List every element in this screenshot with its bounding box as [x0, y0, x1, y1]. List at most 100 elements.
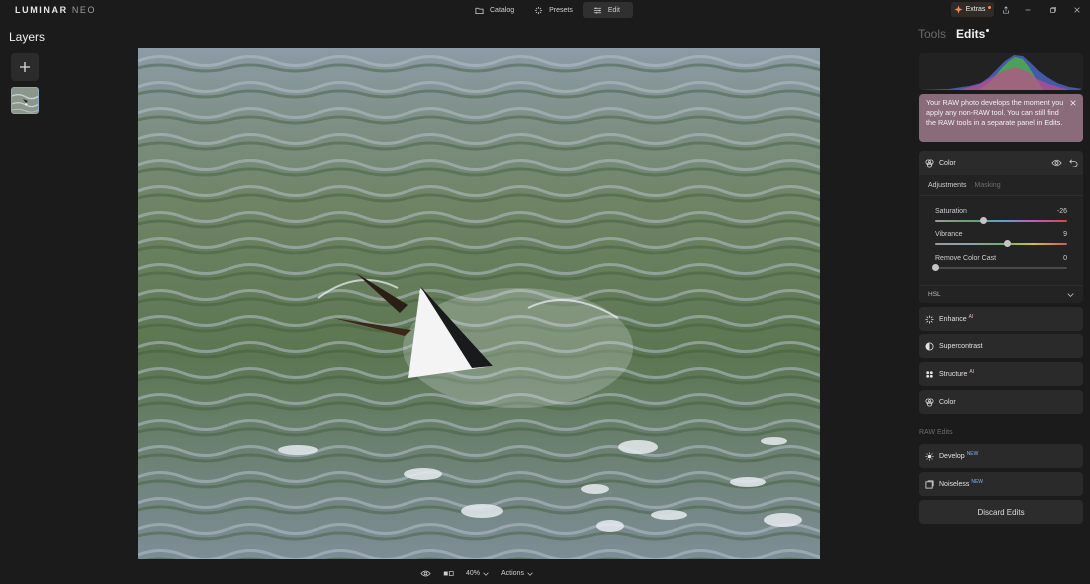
ai-badge: AI: [969, 368, 975, 375]
zoom-value: 40%: [466, 570, 481, 577]
subtab-masking[interactable]: Masking: [975, 182, 1001, 189]
actions-label: Actions: [501, 570, 524, 577]
raw-info-tooltip: Your RAW photo develops the moment you a…: [919, 94, 1083, 142]
extras-button[interactable]: Extras: [951, 2, 994, 17]
discard-edits-button[interactable]: Discard Edits: [919, 500, 1083, 524]
tab-presets[interactable]: Presets: [524, 2, 583, 18]
logo-text: LUMINAR: [15, 5, 68, 15]
color-tool-panel: Color Adjustments Masking Saturation -26…: [919, 151, 1083, 303]
saturation-value: -26: [1056, 208, 1067, 215]
tool-supercontrast-label: Supercontrast: [939, 342, 983, 350]
histogram: [919, 53, 1083, 90]
minimize-icon: [1025, 9, 1031, 11]
new-badge: NEW: [971, 478, 984, 485]
saturation-slider[interactable]: Saturation -26: [935, 208, 1067, 228]
chevron-down-icon: [527, 572, 533, 576]
extras-label: Extras: [965, 6, 986, 13]
main-nav: Catalog Presets Edit: [465, 2, 633, 18]
right-panel-tabs: Tools Edits: [918, 27, 990, 41]
sliders-icon: [593, 6, 601, 14]
remove-color-cast-label: Remove Color Cast: [935, 255, 997, 262]
noiseless-icon: [925, 479, 934, 489]
color-icon: [925, 397, 934, 407]
saturation-track[interactable]: [935, 220, 1067, 222]
vibrance-value: 9: [1063, 231, 1067, 238]
ai-badge: AI: [968, 313, 974, 320]
zoom-dropdown[interactable]: 40%: [466, 570, 489, 577]
tool-color-label: Color: [939, 398, 956, 406]
vibrance-label: Vibrance: [935, 231, 963, 238]
subtabs-divider: [919, 195, 1083, 196]
preview-toggle[interactable]: [420, 569, 431, 578]
tab-edits-label: Edits: [956, 27, 986, 41]
bottom-toolbar: 40% Actions: [420, 566, 533, 581]
folder-icon: [475, 7, 484, 14]
compare-toggle[interactable]: [443, 569, 454, 578]
tool-develop-label: Develop: [939, 452, 965, 460]
tab-presets-label: Presets: [549, 6, 573, 14]
saturation-label: Saturation: [935, 208, 967, 215]
share-icon: [1003, 6, 1009, 14]
tool-color[interactable]: Color: [919, 390, 1083, 414]
plus-icon: [20, 62, 30, 72]
enhance-icon: [925, 314, 934, 324]
remove-color-cast-slider[interactable]: Remove Color Cast 0: [931, 255, 1067, 275]
tool-supercontrast[interactable]: Supercontrast: [919, 334, 1083, 358]
share-button[interactable]: [1000, 4, 1012, 16]
layer-thumb-image: [12, 88, 38, 113]
add-layer-button[interactable]: [11, 53, 39, 81]
remove-color-cast-knob[interactable]: [931, 264, 939, 271]
hsl-section[interactable]: HSL: [919, 285, 1083, 303]
tab-tools[interactable]: Tools: [918, 27, 946, 41]
vibrance-slider[interactable]: Vibrance 9: [935, 231, 1067, 251]
new-badge: NEW: [966, 450, 979, 457]
tab-edit-label: Edit: [607, 6, 620, 14]
chevron-down-icon: [1067, 293, 1074, 297]
layer-thumbnail[interactable]: [11, 87, 39, 114]
tool-noiseless[interactable]: Noiseless NEW: [919, 472, 1083, 496]
extras-icon: [954, 5, 963, 14]
restore-icon: [1050, 7, 1056, 13]
color-tool-title: Color: [939, 159, 956, 167]
close-icon: [1074, 7, 1080, 13]
sparkle-icon: [535, 6, 543, 14]
remove-color-cast-track[interactable]: [935, 267, 1067, 269]
photo-image: [138, 48, 820, 559]
close-window-button[interactable]: [1071, 4, 1083, 16]
subtab-adjustments[interactable]: Adjustments: [928, 182, 967, 189]
eye-icon[interactable]: [1051, 158, 1062, 168]
histogram-graph: [919, 55, 1083, 90]
close-icon[interactable]: [1069, 99, 1077, 107]
tab-catalog[interactable]: Catalog: [465, 2, 524, 18]
tool-structure-label: Structure: [939, 370, 968, 378]
tool-structure[interactable]: Structure AI: [919, 362, 1083, 386]
actions-dropdown[interactable]: Actions: [501, 570, 533, 577]
tab-edit[interactable]: Edit: [582, 2, 633, 18]
minimize-button[interactable]: [1022, 4, 1034, 16]
structure-icon: [926, 370, 933, 378]
extras-dot: [988, 5, 992, 9]
logo-sub: NEO: [71, 5, 97, 15]
layers-title: Layers: [9, 30, 46, 44]
undo-icon[interactable]: [1069, 158, 1078, 167]
sun-icon: [925, 451, 934, 461]
raw-edits-title: RAW Edits: [919, 429, 953, 436]
vibrance-track[interactable]: [935, 243, 1067, 245]
remove-color-cast-value: 0: [1063, 255, 1067, 262]
tab-edits[interactable]: Edits: [956, 27, 990, 41]
eye-icon: [420, 570, 431, 577]
color-tool-header[interactable]: Color: [919, 151, 1083, 175]
tab-catalog-label: Catalog: [490, 6, 515, 14]
chevron-down-icon: [483, 572, 489, 576]
tool-noiseless-label: Noiseless: [939, 480, 970, 488]
saturation-knob[interactable]: [980, 217, 988, 224]
tool-develop[interactable]: Develop NEW: [919, 444, 1083, 468]
tool-enhance-label: Enhance: [939, 315, 967, 323]
tool-enhance[interactable]: Enhance AI: [919, 307, 1083, 331]
restore-button[interactable]: [1047, 4, 1059, 16]
tooltip-text: Your RAW photo develops the moment you a…: [926, 98, 1064, 127]
photo-canvas[interactable]: [138, 48, 820, 559]
hsl-label: HSL: [928, 291, 941, 298]
color-subtabs: Adjustments Masking: [928, 182, 1001, 189]
vibrance-knob[interactable]: [1004, 240, 1012, 247]
